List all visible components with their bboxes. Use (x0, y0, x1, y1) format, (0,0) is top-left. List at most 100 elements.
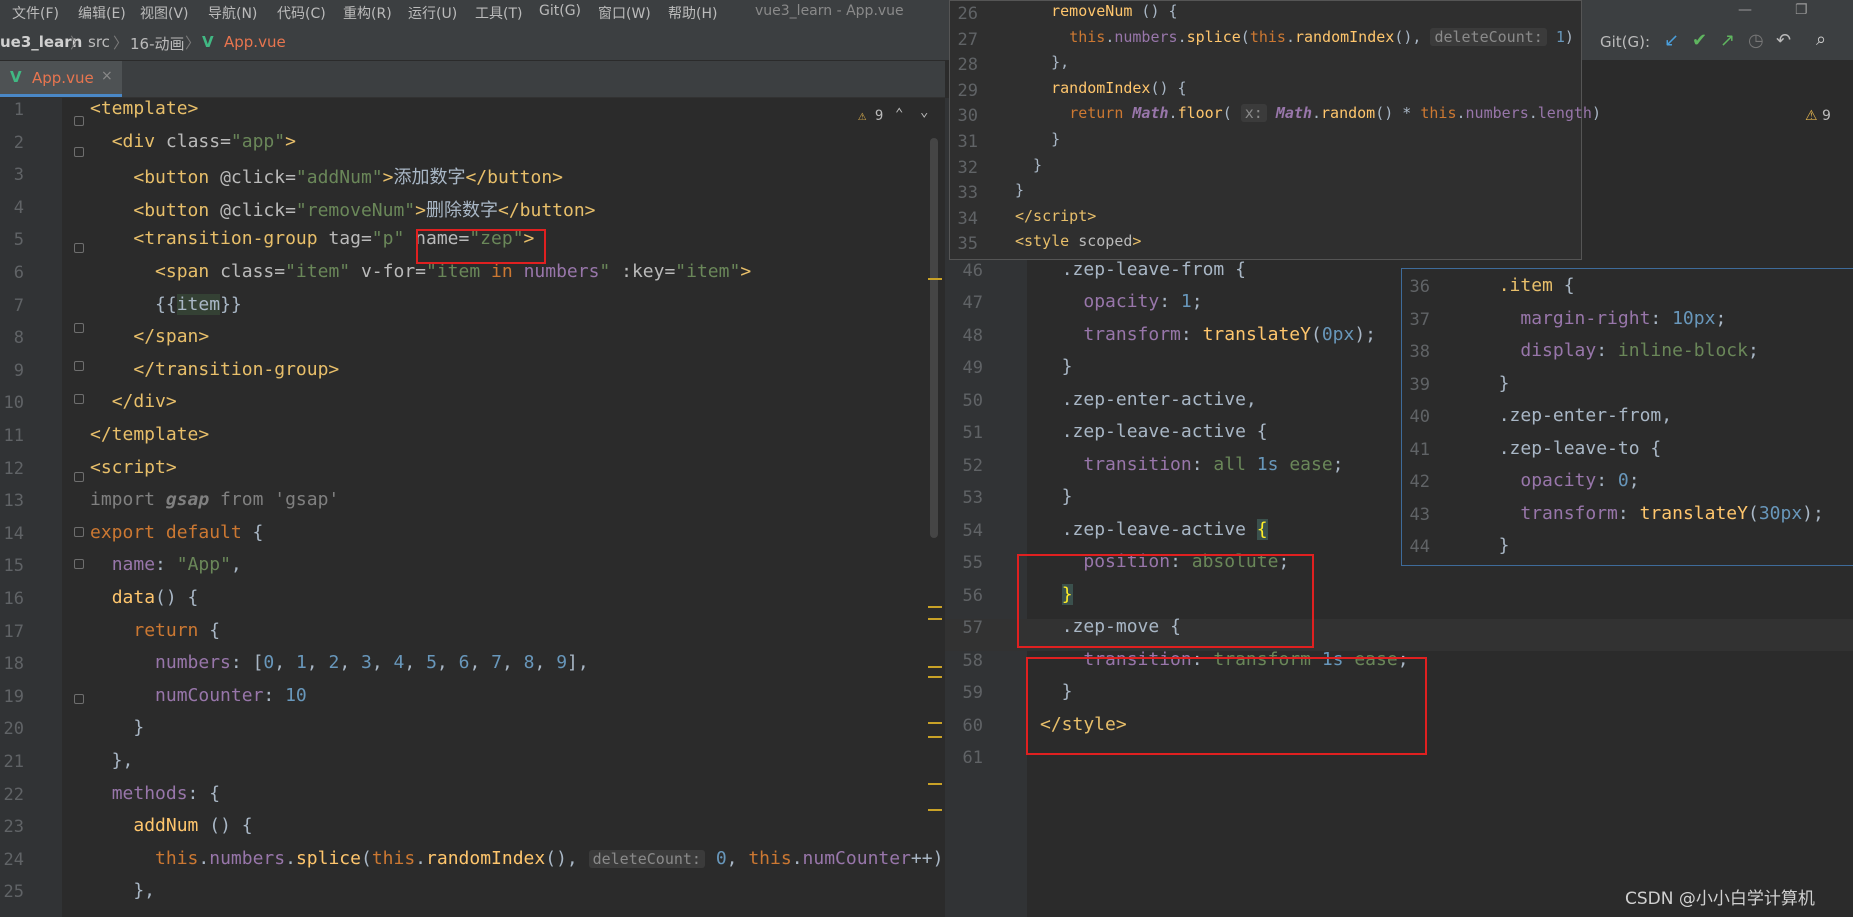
left-editor[interactable]: 1 <template> 2 <div class="app"> 3 <button … (0, 98, 945, 917)
breadcrumb-folder[interactable]: 16-动画 (130, 33, 185, 54)
code-line[interactable]: } (1015, 130, 1060, 148)
code-line[interactable]: <template> (90, 98, 198, 119)
code-line[interactable]: transform: translateY(0px); (1040, 324, 1376, 345)
fold-marker-icon[interactable] (74, 394, 84, 404)
code-line[interactable]: display: inline-block; (1477, 340, 1758, 361)
code-line[interactable]: {{item}} (90, 293, 242, 315)
history-icon[interactable]: ◷ (1748, 30, 1764, 51)
code-line[interactable]: .zep-leave-active { (1040, 518, 1268, 540)
fold-marker-icon[interactable] (74, 147, 84, 157)
code-line[interactable]: randomIndex() { (1015, 79, 1186, 97)
menu-edit[interactable]: 编辑(E) (78, 3, 126, 23)
fold-marker-icon[interactable] (74, 472, 84, 482)
code-line[interactable]: export default { (90, 522, 263, 543)
error-stripe-marker[interactable] (928, 783, 942, 785)
menu-git[interactable]: Git(G) (539, 3, 581, 19)
code-line[interactable]: </transition-group> (90, 359, 339, 380)
code-line[interactable]: numCounter: 10 (90, 685, 307, 706)
code-line[interactable]: this.numbers.splice(this.randomIndex(), … (1015, 27, 1574, 46)
code-line[interactable]: return { (90, 620, 220, 641)
code-line[interactable]: methods: { (90, 783, 220, 804)
code-line[interactable]: <button @click="removeNum">删除数字</button> (90, 196, 595, 222)
close-icon[interactable]: × (101, 68, 113, 84)
code-line[interactable]: <script> (90, 457, 177, 478)
code-line[interactable]: }, (1015, 53, 1069, 71)
error-stripe-marker[interactable] (928, 736, 942, 738)
chevron-up-icon[interactable]: ⌃ (895, 106, 903, 122)
code-line[interactable]: opacity: 1; (1040, 291, 1202, 312)
code-line[interactable]: <button @click="addNum">添加数字</button> (90, 163, 563, 189)
code-line[interactable]: .item { (1477, 275, 1575, 296)
fold-marker-icon[interactable] (74, 527, 84, 537)
code-line[interactable]: } (1040, 486, 1073, 507)
code-line[interactable]: </script> (1015, 207, 1096, 225)
error-stripe-marker[interactable] (928, 278, 942, 280)
rollback-icon[interactable]: ↶ (1776, 30, 1791, 51)
code-line[interactable]: } (1015, 156, 1042, 174)
fold-marker-icon[interactable] (74, 559, 84, 569)
error-stripe-marker[interactable] (928, 606, 942, 608)
code-line[interactable]: data() { (90, 587, 199, 608)
code-line[interactable]: <style scoped> (1015, 232, 1141, 250)
push-icon[interactable]: ↗ (1720, 30, 1735, 51)
code-line[interactable]: return Math.floor( x: Math.random() * th… (1015, 104, 1601, 123)
code-line[interactable]: }, (90, 880, 155, 901)
code-line[interactable]: } (90, 717, 144, 738)
code-line[interactable]: transition: all 1s ease; (1040, 454, 1343, 475)
code-line[interactable]: import gsap from 'gsap' (90, 489, 339, 510)
tab-app-vue[interactable]: V App.vue × (0, 61, 122, 97)
update-project-icon[interactable]: ↙ (1664, 30, 1679, 51)
menu-help[interactable]: 帮助(H) (668, 3, 717, 23)
code-line[interactable]: .zep-leave-active { (1040, 421, 1268, 442)
fold-marker-icon[interactable] (74, 243, 84, 253)
code-line[interactable]: .zep-leave-to { (1477, 438, 1662, 459)
code-line[interactable]: transform: translateY(30px); (1477, 503, 1824, 524)
code-line[interactable]: } (1015, 181, 1024, 199)
chevron-down-icon[interactable]: ⌄ (920, 104, 928, 120)
menu-code[interactable]: 代码(C) (277, 3, 326, 23)
code-line[interactable]: <span class="item" v-for="item in number… (90, 261, 751, 282)
error-stripe-marker[interactable] (928, 666, 942, 668)
fold-marker-icon[interactable] (74, 694, 84, 704)
menu-run[interactable]: 运行(U) (408, 3, 457, 23)
menu-file[interactable]: 文件(F) (12, 3, 59, 23)
error-stripe-marker[interactable] (928, 676, 942, 678)
menu-tools[interactable]: 工具(T) (475, 3, 522, 23)
code-line[interactable]: </span> (90, 326, 209, 347)
code-line[interactable]: </div> (90, 391, 177, 412)
code-line[interactable]: } (1477, 373, 1510, 394)
menu-window[interactable]: 窗口(W) (598, 3, 651, 23)
menu-navigate[interactable]: 导航(N) (208, 3, 257, 23)
commit-icon[interactable]: ✔ (1692, 30, 1707, 51)
error-stripe-marker[interactable] (928, 809, 942, 811)
code-line[interactable]: .zep-enter-active, (1040, 389, 1257, 410)
code-line[interactable]: .zep-enter-from, (1477, 405, 1672, 426)
code-line[interactable]: opacity: 0; (1477, 470, 1639, 491)
code-line[interactable]: addNum () { (90, 815, 252, 836)
warning-indicator[interactable]: ⚠ 9 (858, 108, 883, 124)
code-line[interactable]: removeNum () { (1015, 2, 1177, 20)
code-line[interactable]: </template> (90, 424, 209, 445)
error-stripe-marker[interactable] (928, 618, 942, 620)
code-line[interactable]: .zep-leave-from { (1040, 259, 1246, 280)
search-icon[interactable]: ⌕ (1816, 29, 1826, 50)
minimize-icon[interactable]: — (1738, 2, 1752, 18)
breadcrumb-file[interactable]: App.vue (224, 33, 286, 51)
error-stripe-marker[interactable] (928, 722, 942, 724)
warning-indicator[interactable]: ⚠ 9 (1805, 108, 1831, 124)
code-line[interactable]: <div class="app"> (90, 131, 296, 152)
menu-refactor[interactable]: 重构(R) (343, 3, 392, 23)
code-line[interactable]: margin-right: 10px; (1477, 308, 1726, 329)
menu-view[interactable]: 视图(V) (140, 3, 189, 23)
code-line[interactable]: } (1477, 535, 1510, 556)
code-line[interactable]: this.numbers.splice(this.randomIndex(), … (90, 848, 943, 869)
code-line[interactable]: numbers: [0, 1, 2, 3, 4, 5, 6, 7, 8, 9], (90, 652, 589, 673)
fold-marker-icon[interactable] (74, 116, 84, 126)
fold-marker-icon[interactable] (74, 361, 84, 371)
code-line[interactable]: }, (90, 750, 134, 771)
fold-marker-icon[interactable] (74, 323, 84, 333)
scrollbar[interactable] (930, 138, 938, 538)
restore-icon[interactable]: ❐ (1795, 2, 1808, 18)
code-line[interactable]: name: "App", (90, 554, 242, 575)
code-line[interactable]: } (1040, 356, 1073, 377)
